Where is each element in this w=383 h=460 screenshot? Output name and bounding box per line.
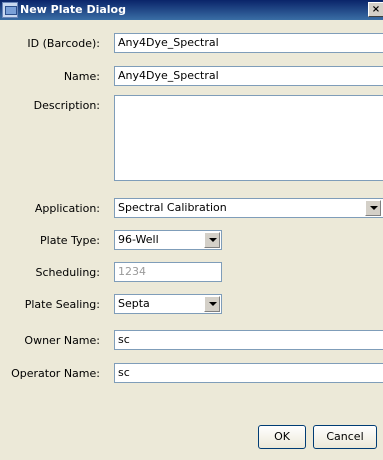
id-label: ID (Barcode):	[27, 37, 100, 50]
window-title: New Plate Dialog	[20, 3, 126, 16]
chevron-down-icon[interactable]	[204, 232, 220, 248]
application-value: Spectral Calibration	[118, 201, 227, 214]
description-field[interactable]	[114, 95, 383, 181]
ok-button[interactable]: OK	[258, 425, 306, 449]
id-field[interactable]: Any4Dye_Spectral	[114, 33, 383, 53]
description-label: Description:	[33, 99, 100, 112]
owner-name-label: Owner Name:	[24, 334, 100, 347]
chevron-down-icon[interactable]	[365, 200, 381, 216]
application-dropdown[interactable]: Spectral Calibration	[114, 198, 383, 218]
plate-type-label: Plate Type:	[40, 234, 100, 247]
plate-sealing-value: Septa	[118, 297, 150, 310]
scheduling-field: 1234	[114, 262, 222, 282]
plate-type-value: 96-Well	[118, 233, 159, 246]
cancel-button[interactable]: Cancel	[313, 425, 377, 449]
operator-name-label: Operator Name:	[11, 367, 100, 380]
close-button[interactable]: ×	[368, 2, 383, 17]
scheduling-label: Scheduling:	[35, 266, 101, 279]
application-label: Application:	[34, 202, 100, 215]
name-label: Name:	[63, 70, 100, 83]
plate-type-dropdown[interactable]: 96-Well	[114, 230, 222, 250]
plate-sealing-label: Plate Sealing:	[24, 298, 100, 311]
chevron-down-icon[interactable]	[204, 296, 220, 312]
plate-sealing-dropdown[interactable]: Septa	[114, 294, 222, 314]
owner-name-field[interactable]: sc	[114, 330, 383, 350]
title-bar: New Plate Dialog ×	[0, 0, 383, 20]
operator-name-field[interactable]: sc	[114, 363, 383, 383]
name-field[interactable]: Any4Dye_Spectral	[114, 66, 383, 86]
app-icon	[2, 2, 18, 18]
